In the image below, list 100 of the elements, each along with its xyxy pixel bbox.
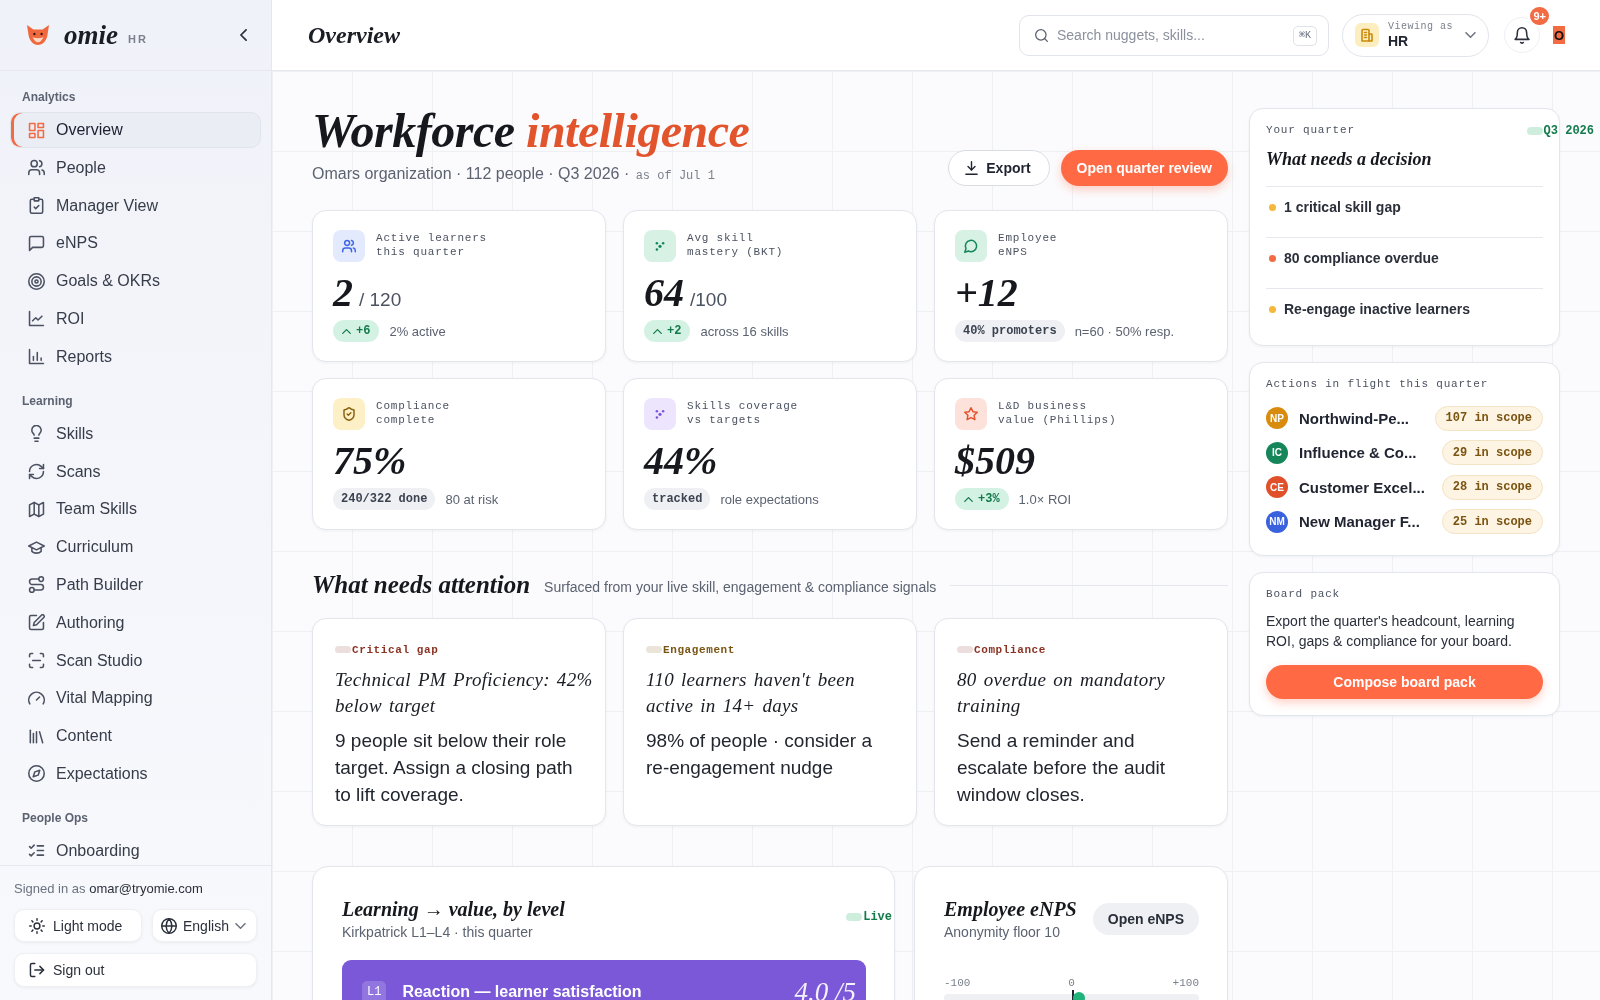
nav-item[interactable]: People <box>10 149 261 186</box>
category-tag: Engagement <box>646 642 735 657</box>
as-of-date: as of Jul 1 <box>635 169 715 183</box>
people-icon <box>28 159 45 177</box>
delta-value: +6 <box>356 324 371 338</box>
metric-note: n=60 · 50% resp. <box>1074 323 1174 339</box>
chevron-up-icon <box>964 496 973 502</box>
metric-label: L&D business value (Phillips) <box>998 399 1117 427</box>
decision-item: 80 compliance overdue <box>1284 249 1439 267</box>
nav-item[interactable]: eNPS <box>10 225 261 262</box>
nav-item[interactable]: Team Skills <box>10 491 261 528</box>
metric-tag: tracked <box>644 488 711 510</box>
nav-item[interactable]: Overview <box>10 112 261 148</box>
nav-item[interactable]: Skills <box>10 415 261 452</box>
route-icon <box>28 576 45 594</box>
nav-item[interactable]: Curriculum <box>10 529 261 566</box>
refresh-icon <box>28 463 45 481</box>
nav-section-title: People Ops <box>21 810 90 825</box>
decision-item: 1 critical skill gap <box>1284 198 1401 216</box>
fox-logo-icon <box>26 24 50 46</box>
grid-icon <box>28 121 45 139</box>
metric-label: Active learners this quarter <box>376 231 488 259</box>
brand-name: omie <box>64 20 118 50</box>
dots-cluster-icon <box>644 398 676 430</box>
metric-value: $509 <box>955 439 1035 483</box>
scope-badge: 25 in scope <box>1441 509 1543 535</box>
attention-text: 9 people sit below their role target. Assign a closing path to lift coverage. <box>335 729 574 807</box>
action-name[interactable]: Influence & Co... <box>1299 444 1417 462</box>
card-subtitle: Kirkpatrick L1–L4 · this quarter <box>342 923 534 941</box>
gauge-icon <box>28 689 45 707</box>
sign-out-button[interactable]: Sign out <box>14 953 257 987</box>
initials-avatar: NM <box>1266 510 1288 533</box>
signed-in-text: Signed in as omar@tryomie.com <box>14 880 204 898</box>
nav-item[interactable]: Reports <box>10 338 261 375</box>
metric-note: across 16 skills <box>700 323 789 339</box>
category-tag: Critical gap <box>335 642 439 657</box>
nav-item[interactable]: Path Builder <box>10 566 261 603</box>
nav-item[interactable]: Onboarding <box>10 832 261 865</box>
nav-item[interactable]: Authoring <box>10 604 261 641</box>
line-chart-icon <box>28 310 45 328</box>
books-icon <box>28 727 45 745</box>
shield-check-icon <box>333 398 365 430</box>
viewing-as-selector[interactable]: Viewing as HR <box>1342 13 1489 57</box>
board-pack-text: Export the quarter's headcount, learning ROI, gaps & compliance for your board. <box>1266 612 1516 651</box>
initials-avatar: CE <box>1266 476 1288 499</box>
metric-unit: / 120 <box>359 289 402 311</box>
attention-title: Technical PM Proficiency: 42% below target <box>335 668 594 718</box>
notification-count-badge: 9+ <box>1528 5 1551 27</box>
page-title: Overview <box>308 21 400 49</box>
hero-subtitle: Omars organization · 112 people · Q3 2026 · <box>312 165 630 182</box>
action-name[interactable]: Northwind-Pe... <box>1299 409 1409 427</box>
metric-tag: 240/322 done <box>333 488 436 510</box>
attention-title: 80 overdue on mandatory training <box>957 668 1166 718</box>
chevron-left-icon <box>240 29 247 41</box>
nav-item[interactable]: Scan Studio <box>10 642 261 679</box>
nav-item[interactable]: ROI <box>10 301 261 337</box>
nav-item[interactable]: Manager View <box>10 187 261 224</box>
nav-section-title: Analytics <box>21 90 77 104</box>
scale-tick-label: -100 <box>944 976 971 990</box>
search-icon <box>1035 28 1048 42</box>
compass-icon <box>28 765 45 783</box>
dots-cluster-icon <box>644 230 676 262</box>
nav-item[interactable]: Vital Mapping <box>10 680 261 717</box>
metric-note: role expectations <box>720 491 819 507</box>
theme-toggle[interactable]: Light mode <box>14 909 142 942</box>
nav-item[interactable]: Expectations <box>10 755 261 792</box>
nav-item[interactable]: Content <box>10 718 261 755</box>
metric-value: 44% <box>644 439 718 483</box>
attention-text: 98% of people · consider a re-engagement nudge <box>646 729 874 780</box>
open-enps-button[interactable]: Open eNPS <box>1092 902 1199 935</box>
nav-item[interactable]: Scans <box>10 453 261 490</box>
action-name[interactable]: New Manager F... <box>1299 513 1420 531</box>
building-icon <box>1355 23 1379 47</box>
metric-unit: /100 <box>690 289 727 311</box>
nav-section-title: Learning <box>21 393 74 408</box>
metric-value: 75% <box>333 439 407 483</box>
lightbulb-icon <box>28 425 45 443</box>
chevron-down-icon <box>1465 32 1476 38</box>
nav-item[interactable]: Goals & OKRs <box>10 263 261 300</box>
metric-label: Compliance complete <box>376 399 450 427</box>
bell-icon <box>1514 26 1530 44</box>
sign-out-icon <box>29 962 45 978</box>
live-status-tag: Live <box>846 909 892 924</box>
globe-icon <box>161 917 177 934</box>
scan-frame-icon <box>28 652 45 670</box>
hero-title: Workforce intelligence <box>312 105 750 157</box>
chat-bubble-icon <box>28 234 45 252</box>
action-name[interactable]: Customer Excel... <box>1299 478 1425 496</box>
target-icon <box>28 272 45 290</box>
language-select[interactable]: English <box>152 909 257 942</box>
delta-value: +2 <box>667 324 682 338</box>
attention-title: 110 learners haven't been active in 14+ days <box>646 668 856 718</box>
user-avatar[interactable]: O <box>1553 26 1565 44</box>
scope-badge: 29 in scope <box>1441 440 1543 466</box>
scale-tick-label: +100 <box>1172 976 1199 990</box>
metric-label: Employee eNPS <box>998 231 1058 259</box>
attention-text: Send a reminder and escalate before the audit window closes. <box>957 729 1167 807</box>
export-button[interactable]: Export <box>948 150 1050 186</box>
delta-value: +3% <box>978 492 1000 506</box>
brand-tag: HR <box>128 33 148 45</box>
